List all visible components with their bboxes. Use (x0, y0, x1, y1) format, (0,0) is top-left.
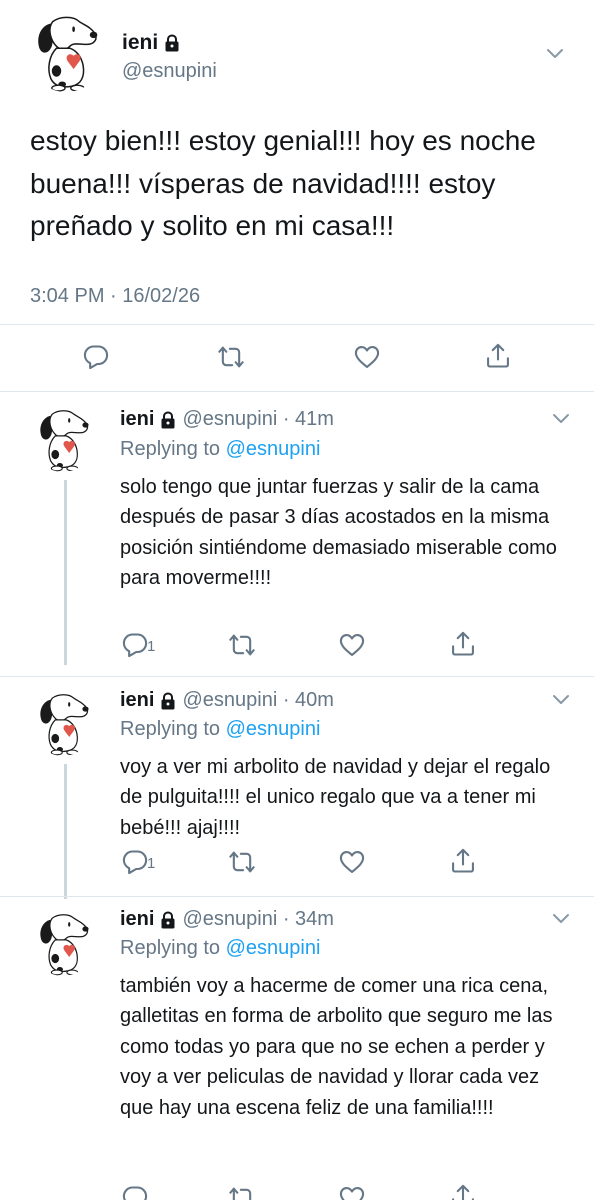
divider (0, 676, 594, 677)
main-tweet: ieni @esnupini estoy bien!!! estoy genia… (0, 0, 594, 391)
lock-icon (164, 34, 180, 52)
lock-icon (160, 911, 176, 929)
replying-to-label: Replying to (120, 438, 226, 460)
retweet-button[interactable] (226, 1182, 258, 1200)
reply-header[interactable]: ieni @esnupini · 40m (120, 689, 334, 712)
lock-icon (160, 692, 176, 710)
replying-to-label: Replying to (120, 937, 226, 959)
retweet-button[interactable] (215, 341, 247, 373)
replying-to: Replying to @esnupini (120, 937, 320, 960)
like-button[interactable] (336, 1182, 368, 1200)
author-name[interactable]: ieni (122, 31, 180, 55)
thread-line (64, 480, 67, 665)
reply-button[interactable] (80, 341, 112, 373)
reply-icon (121, 631, 149, 659)
like-icon (338, 631, 366, 659)
author-handle-time: @esnupini · 34m (182, 908, 334, 930)
chevron-down-icon[interactable] (552, 913, 570, 925)
replying-to-label: Replying to (120, 718, 226, 740)
thread-line (64, 764, 67, 899)
like-button[interactable] (336, 629, 368, 661)
share-button[interactable] (447, 628, 479, 660)
author-name-text: ieni (122, 31, 159, 54)
reply-header[interactable]: ieni @esnupini · 34m (120, 908, 334, 931)
reply-count: 1 (147, 638, 156, 655)
reply-icon (121, 1184, 149, 1200)
retweet-button[interactable] (226, 629, 258, 661)
chevron-down-icon[interactable] (552, 413, 570, 425)
divider (0, 391, 594, 392)
avatar[interactable] (32, 910, 94, 976)
tweet-text: estoy bien!!! estoy genial!!! hoy es noc… (30, 125, 536, 241)
author-name: ieni (120, 408, 155, 430)
reply-text: solo tengo que juntar fuerzas y salir de… (120, 476, 557, 590)
share-icon (449, 1183, 477, 1200)
author-handle-time: @esnupini · 40m (182, 689, 334, 711)
share-icon (449, 847, 477, 875)
share-button[interactable] (447, 1181, 479, 1200)
author-handle-time: @esnupini · 41m (182, 408, 334, 430)
reply-icon (82, 343, 110, 371)
lock-icon (160, 411, 176, 429)
share-icon (449, 630, 477, 658)
tweet-timestamp[interactable]: 3:04 PM · 16/02/26 (30, 285, 200, 308)
snoopy-avatar-icon (32, 910, 94, 976)
share-icon (484, 342, 512, 370)
replying-to: Replying to @esnupini (120, 438, 320, 461)
reply-text: también voy a hacerme de comer una rica … (120, 975, 553, 1119)
author-handle[interactable]: @esnupini (122, 60, 217, 83)
mention-link[interactable]: @esnupini (226, 718, 321, 740)
chevron-down-icon[interactable] (546, 48, 564, 60)
like-button[interactable] (336, 846, 368, 878)
share-button[interactable] (447, 845, 479, 877)
divider (0, 896, 594, 897)
like-button[interactable] (351, 341, 383, 373)
like-icon (338, 848, 366, 876)
snoopy-avatar-icon (28, 12, 104, 92)
reply-header[interactable]: ieni @esnupini · 41m (120, 408, 334, 431)
mention-link[interactable]: @esnupini (226, 438, 321, 460)
author-name: ieni (120, 908, 155, 930)
divider (0, 324, 594, 325)
reply-icon (121, 848, 149, 876)
reply-count: 1 (147, 855, 156, 872)
snoopy-avatar-icon (32, 690, 94, 756)
avatar[interactable] (32, 690, 94, 756)
share-button[interactable] (482, 340, 514, 372)
mention-link[interactable]: @esnupini (226, 937, 321, 959)
retweet-icon (217, 343, 245, 371)
like-icon (338, 1184, 366, 1200)
retweet-button[interactable] (226, 846, 258, 878)
avatar[interactable] (32, 406, 94, 472)
reply-text: voy a ver mi arbolito de navidad y dejar… (120, 756, 551, 839)
reply-button[interactable] (119, 1182, 151, 1200)
retweet-icon (228, 631, 256, 659)
avatar[interactable] (28, 12, 104, 92)
snoopy-avatar-icon (32, 406, 94, 472)
retweet-icon (228, 848, 256, 876)
like-icon (353, 343, 381, 371)
retweet-icon (228, 1184, 256, 1200)
author-name: ieni (120, 689, 155, 711)
replying-to: Replying to @esnupini (120, 718, 320, 741)
chevron-down-icon[interactable] (552, 694, 570, 706)
